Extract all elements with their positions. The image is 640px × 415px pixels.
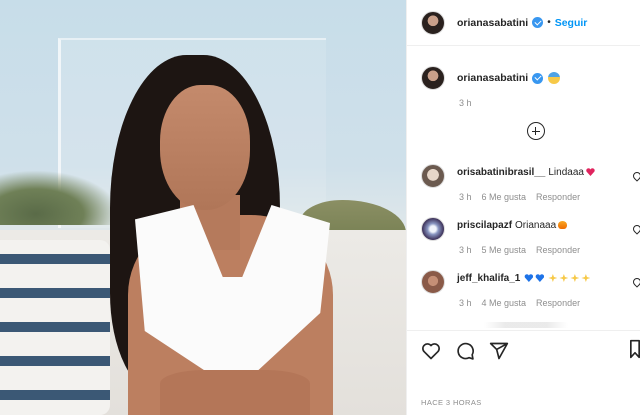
blue-heart-emoji-icon bbox=[524, 274, 533, 282]
caption-author-username[interactable]: orianasabatini bbox=[457, 72, 528, 84]
post-photo[interactable] bbox=[0, 0, 406, 415]
beach-emoji-icon bbox=[548, 72, 561, 84]
comment-icon[interactable] bbox=[455, 341, 475, 361]
comment-avatar[interactable] bbox=[421, 164, 445, 188]
comment-item: orisabatinibrasil__ Lindaaa 3 h 6 Me gust… bbox=[421, 164, 640, 202]
post-timestamp: HACE 3 HORAS bbox=[421, 398, 482, 407]
share-icon[interactable] bbox=[489, 341, 509, 361]
comment-text: orisabatinibrasil__ Lindaaa bbox=[457, 166, 595, 180]
comment-body: Orianaaa bbox=[515, 220, 557, 231]
sparkle-emoji-icon bbox=[548, 274, 558, 282]
reply-button[interactable]: Responder bbox=[536, 245, 580, 255]
comment-likes[interactable]: 4 Me gusta bbox=[482, 298, 527, 308]
header-separator: • bbox=[547, 17, 551, 28]
comment-time: 3 h bbox=[459, 192, 472, 202]
post-header: orianasabatini • Seguir bbox=[407, 0, 640, 46]
verified-icon bbox=[532, 17, 544, 28]
reply-button[interactable]: Responder bbox=[536, 192, 580, 202]
post-caption: orianasabatini 3 h bbox=[421, 66, 631, 108]
verified-icon bbox=[532, 72, 544, 84]
comment-item: jeff_khalifa_1 3 h 4 Me gusta Responder bbox=[421, 270, 640, 308]
sparkle-emoji-icon bbox=[559, 274, 569, 282]
reply-button[interactable]: Responder bbox=[536, 298, 580, 308]
fire-emoji-icon bbox=[558, 221, 568, 229]
author-avatar[interactable] bbox=[421, 10, 445, 35]
red-heart-emoji-icon bbox=[586, 168, 595, 176]
comment-time: 3 h bbox=[459, 298, 472, 308]
heart-icon[interactable] bbox=[421, 341, 441, 361]
photo-face bbox=[160, 85, 250, 210]
sparkle-emoji-icon bbox=[581, 274, 591, 282]
comment-text: jeff_khalifa_1 bbox=[457, 272, 591, 286]
post-actions-bar bbox=[407, 330, 640, 370]
comment-username[interactable]: orisabatinibrasil__ bbox=[457, 167, 545, 178]
bookmark-icon[interactable] bbox=[629, 339, 640, 359]
load-more-comments-button[interactable] bbox=[527, 122, 545, 140]
caption-time: 3 h bbox=[459, 98, 472, 108]
comment-meta: 3 h 5 Me gusta Responder bbox=[459, 245, 640, 255]
follow-button[interactable]: Seguir bbox=[555, 17, 588, 29]
photo-belly bbox=[160, 370, 310, 415]
faded-comment-row bbox=[421, 322, 631, 328]
author-username[interactable]: orianasabatini bbox=[457, 17, 528, 29]
photo-palms bbox=[0, 170, 120, 225]
comment-likes[interactable]: 6 Me gusta bbox=[482, 192, 527, 202]
comment-avatar[interactable] bbox=[421, 217, 445, 241]
comment-username[interactable]: priscilapazf bbox=[457, 220, 512, 231]
caption-author-avatar[interactable] bbox=[421, 66, 445, 90]
comment-body: Lindaaa bbox=[548, 167, 584, 178]
comment-likes[interactable]: 5 Me gusta bbox=[482, 245, 527, 255]
post-side-panel: orianasabatini • Seguir orianasabatini 3… bbox=[406, 0, 640, 415]
blue-heart-emoji-icon bbox=[535, 274, 544, 282]
comment-avatar[interactable] bbox=[421, 270, 445, 294]
comment-time: 3 h bbox=[459, 245, 472, 255]
comment-item: priscilapazf Orianaaa 3 h 5 Me gusta Resp… bbox=[421, 217, 640, 255]
sparkle-emoji-icon bbox=[570, 274, 580, 282]
comment-meta: 3 h 6 Me gusta Responder bbox=[459, 192, 640, 202]
photo-cushion bbox=[0, 240, 110, 415]
comment-meta: 3 h 4 Me gusta Responder bbox=[459, 298, 640, 308]
comment-username[interactable]: jeff_khalifa_1 bbox=[457, 273, 520, 284]
comment-text: priscilapazf Orianaaa bbox=[457, 219, 568, 233]
